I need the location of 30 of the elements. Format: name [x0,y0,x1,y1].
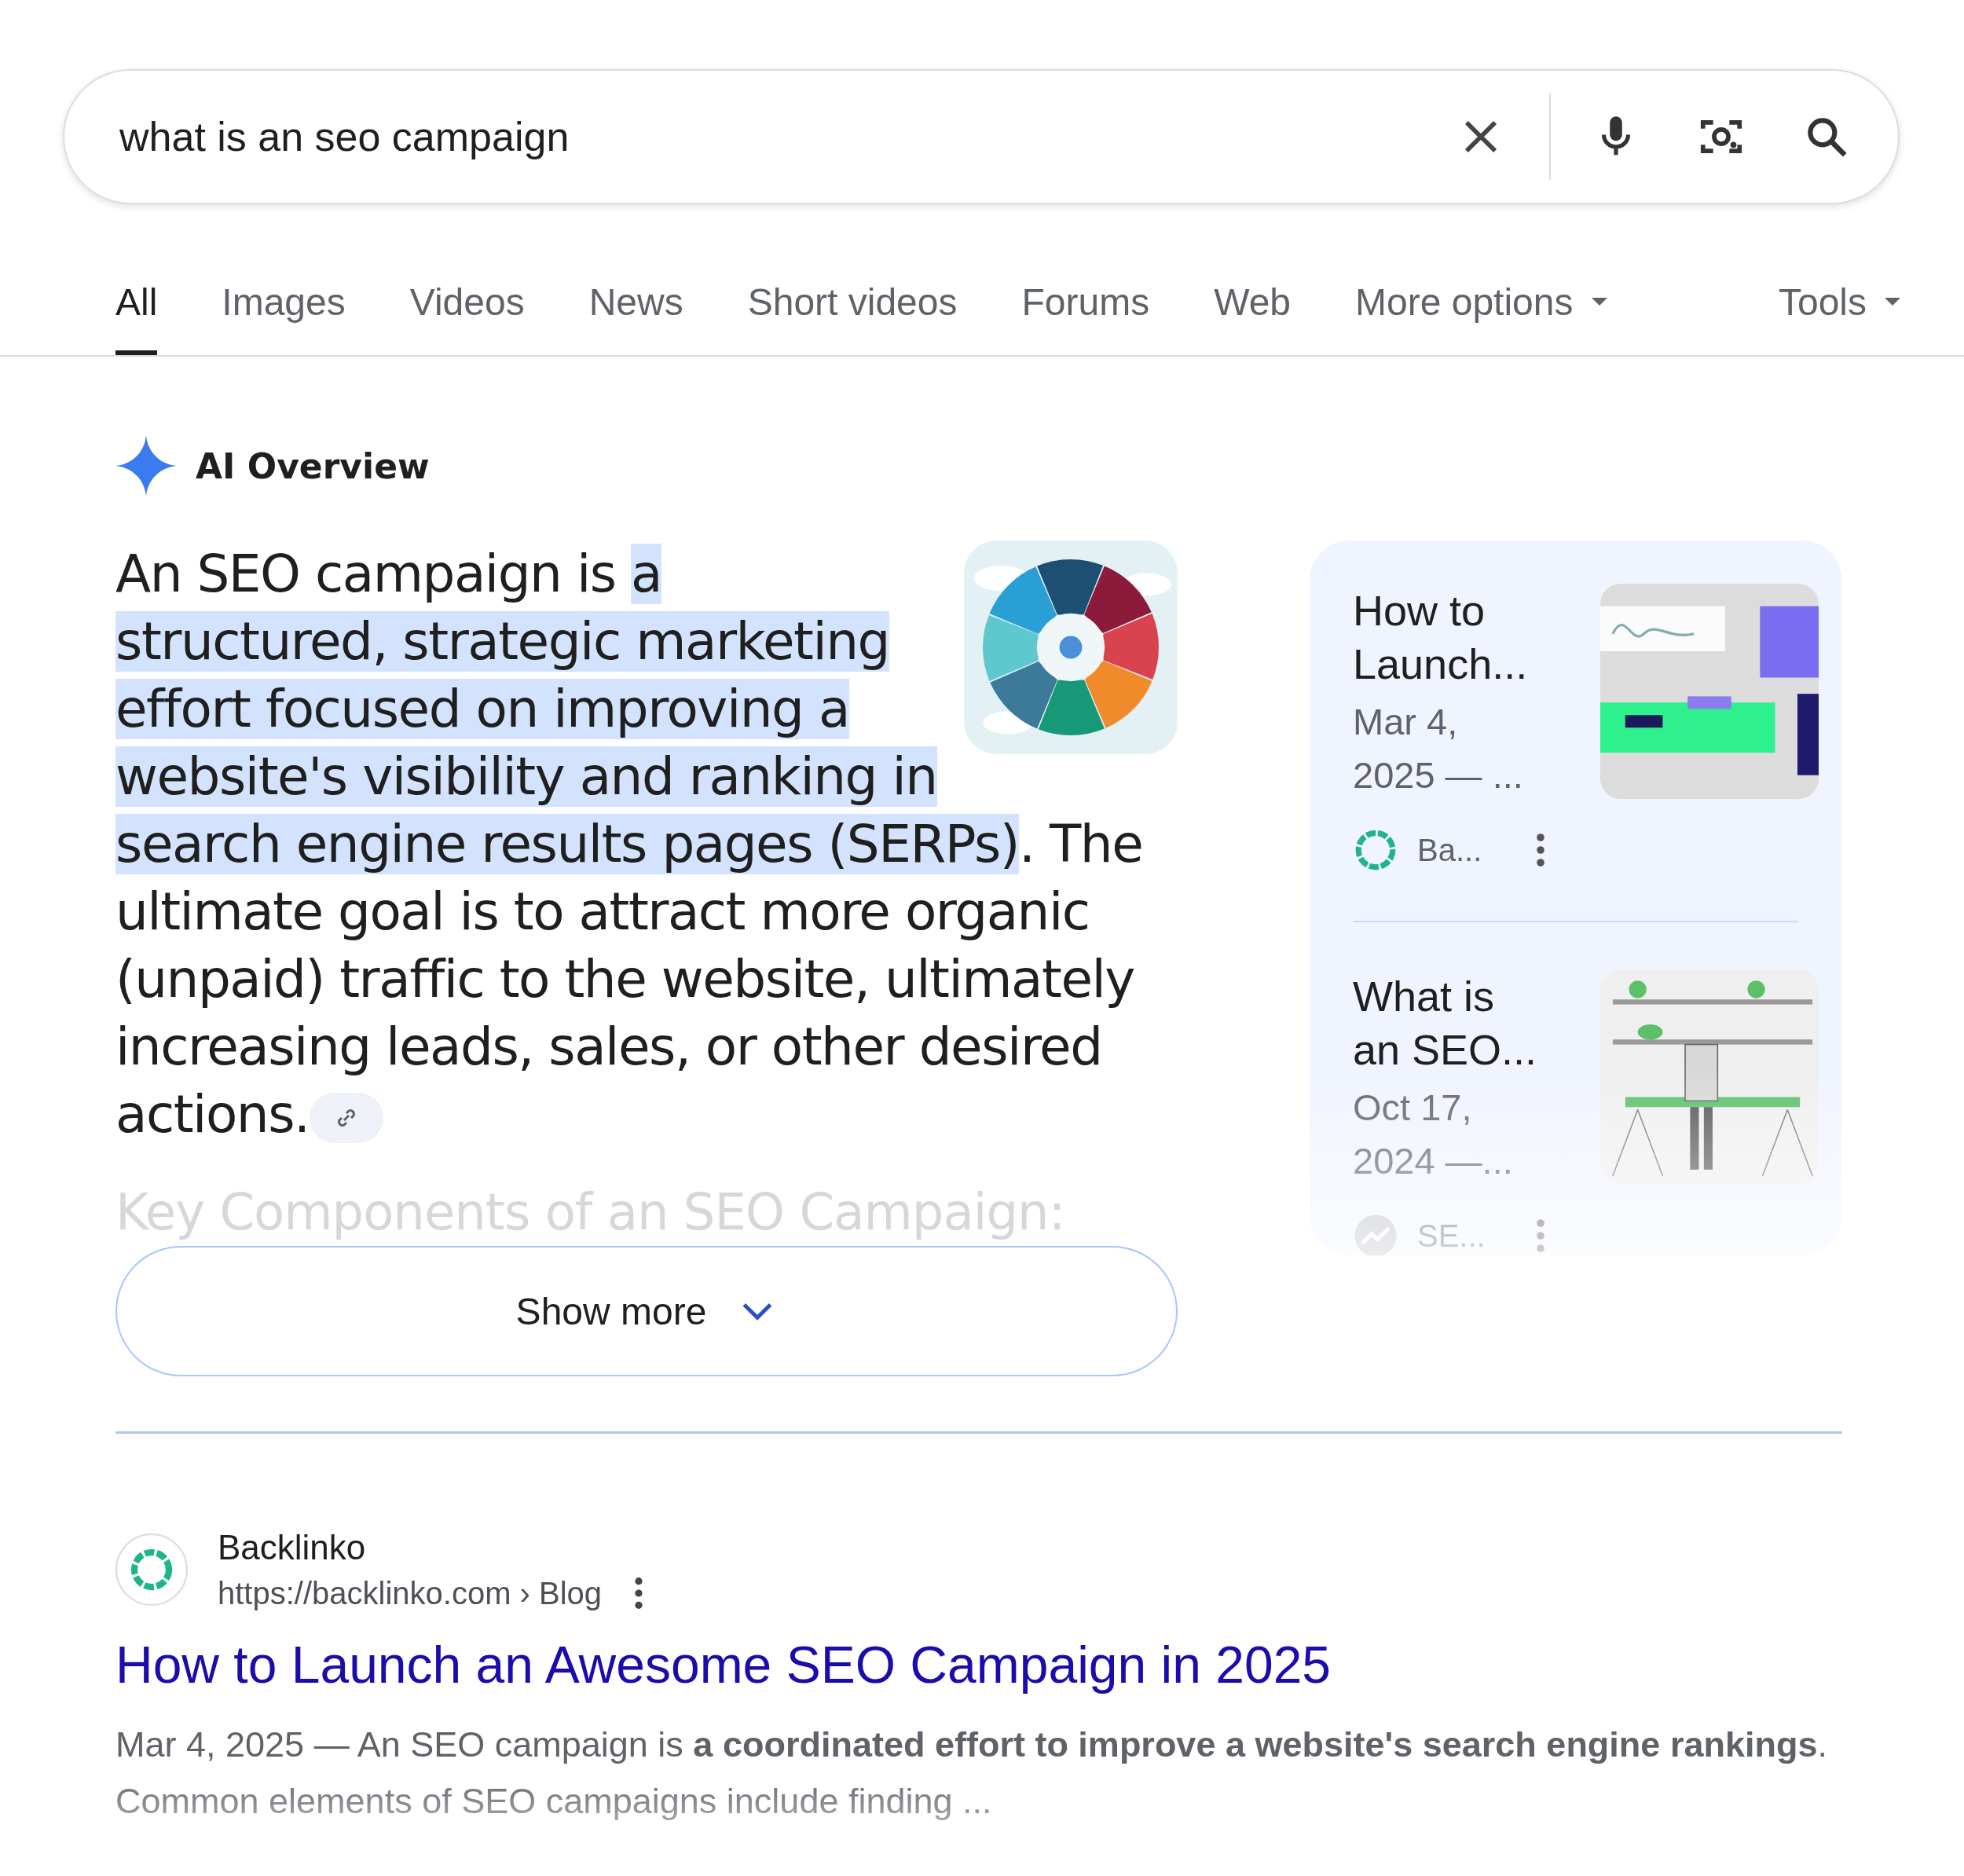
ai-overview-title: AI Overview [196,445,430,486]
source-site: Ba... [1417,832,1483,868]
result-snippet: Mar 4, 2025 — An SEO campaign is a coordinated effort to improve a website's search engine rankings. Common elements of SEO campaigns include finding ... [115,1724,1828,1823]
search-field[interactable]: what is an seo campaign [63,69,1900,204]
overview-text: An SEO campaign is a structured, strategic marketing effort focused on improving a website's visibility and ranking in search engine results pages (SERPs). The ultimate goal is to attract more organic (unpaid) traffic to the website, ultimately increasing leads, sales, or other desired actions. [115,543,1144,1146]
source-date: Mar 4, 2025 — ... [1353,700,1524,797]
source-site: SE... [1417,1218,1486,1254]
search-tab[interactable]: Forums [1021,280,1150,355]
site-name: Backlinko [218,1528,367,1567]
search-query: what is an seo campaign [119,113,570,160]
search-tab[interactable]: Videos [409,280,525,355]
search-tab[interactable]: Images [222,280,346,355]
source-title[interactable]: How to Launch... [1353,584,1537,691]
show-more-button[interactable]: Show more [115,1246,1178,1376]
search-tab[interactable]: News [588,280,683,355]
sparkle-icon [115,435,177,496]
search-tab[interactable]: All [115,280,158,355]
more-icon[interactable] [633,1575,645,1611]
source-title[interactable]: What is an SEO... [1353,969,1537,1076]
search-tab[interactable]: More options [1355,280,1608,355]
search-tab[interactable]: Web [1214,280,1291,355]
caret-icon [1884,297,1901,307]
source-date: Oct 17, 2024 —... [1353,1086,1514,1183]
search-tab[interactable]: Short videos [747,280,958,355]
site-logo-icon [115,1533,188,1606]
trend-icon [1353,1213,1398,1255]
result-title-link[interactable]: How to Launch an Awesome SEO Campaign in 2025 [115,1635,1964,1695]
more-icon[interactable] [1535,831,1546,869]
tools-menu[interactable]: Tools [1778,280,1901,355]
result-url[interactable]: https://backlinko.com › Blog [218,1575,603,1611]
